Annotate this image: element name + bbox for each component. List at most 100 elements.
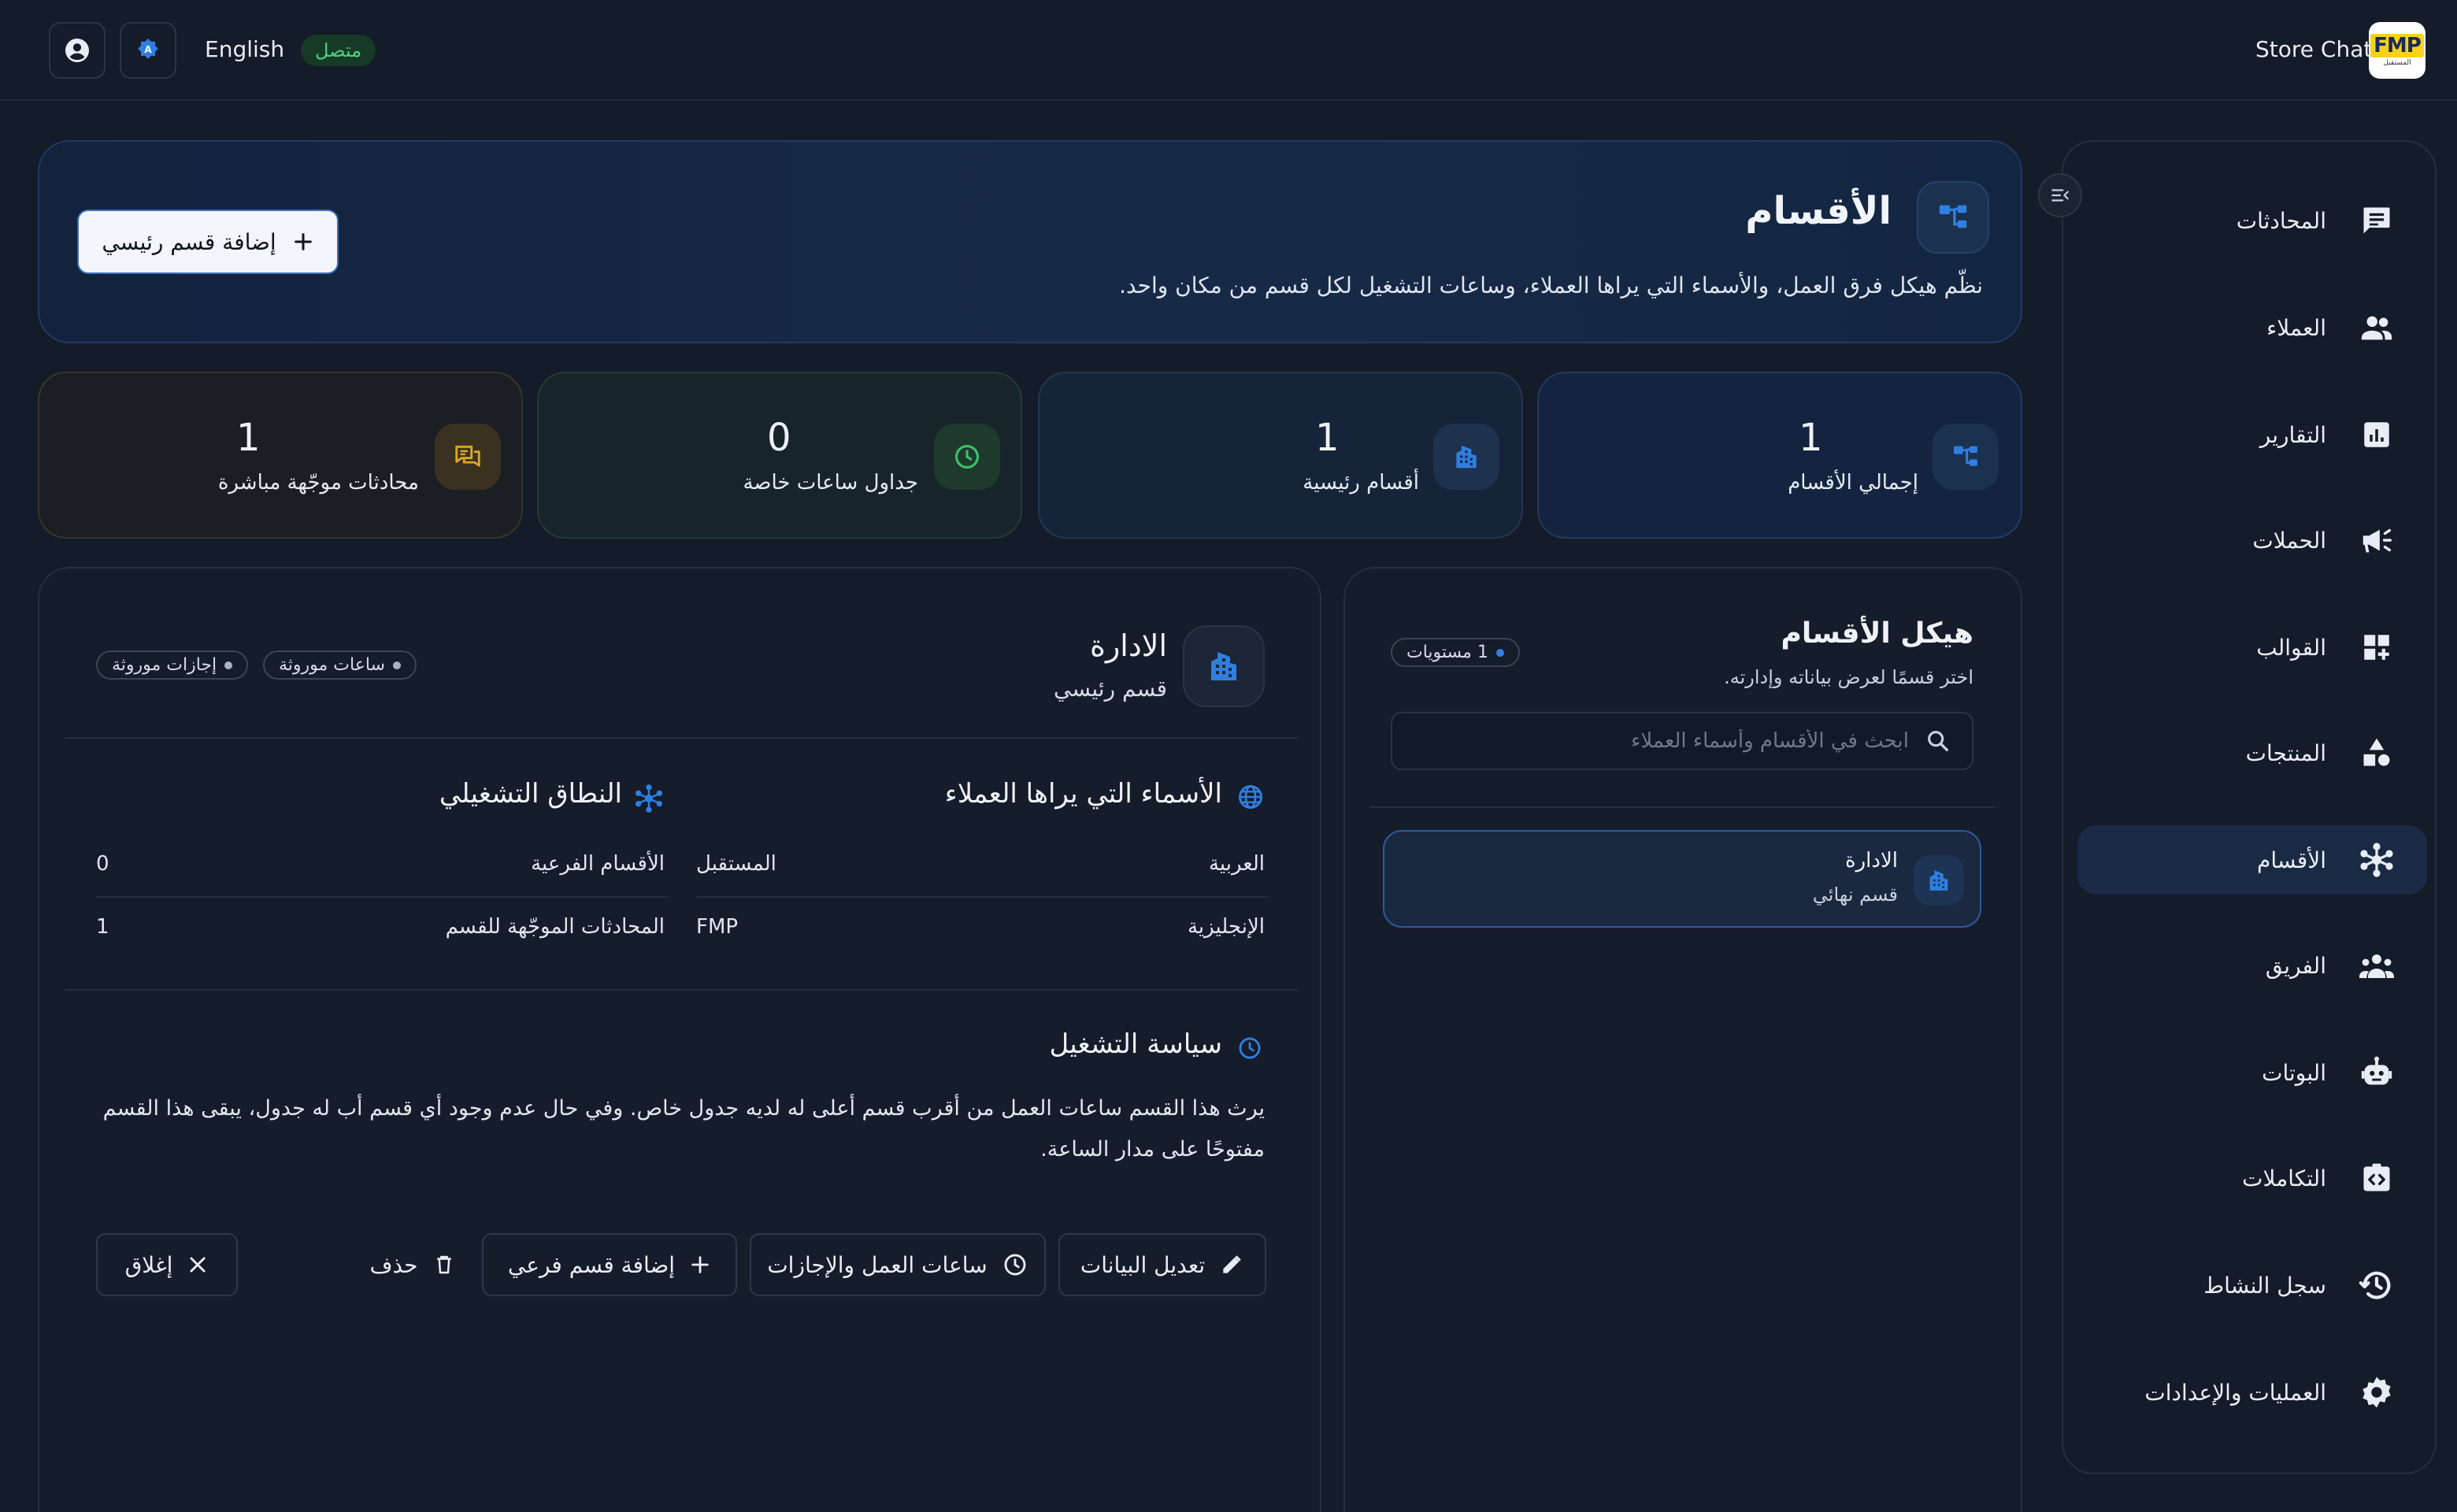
levels-badge: 1 مستويات — [1391, 638, 1520, 667]
sub-departments-value: 0 — [96, 852, 109, 876]
forum-icon — [435, 424, 501, 490]
search-icon — [1925, 728, 1951, 754]
sidebar-item-activity-log[interactable]: سجل النشاط — [2077, 1251, 2427, 1320]
name-english-value: FMP — [696, 915, 739, 939]
trash-icon — [432, 1253, 456, 1277]
tree-node-name: الادارة — [1844, 849, 1898, 873]
divider — [1370, 806, 1996, 808]
products-icon — [2358, 734, 2396, 772]
name-arabic-value: المستقبل — [696, 852, 776, 876]
add-main-department-button[interactable]: إضافة قسم رئيسي — [79, 211, 337, 272]
language-toggle[interactable]: English — [205, 36, 284, 62]
add-sub-department-button[interactable]: إضافة قسم فرعي — [482, 1233, 737, 1296]
stat-card-special-schedules: 0 جداول ساعات خاصة — [537, 372, 1022, 539]
sidebar-item-reports[interactable]: التقارير — [2077, 400, 2427, 469]
tree-node-department[interactable]: الادارة قسم نهائي — [1383, 830, 1981, 928]
tree-panel-subtitle: اختر قسمًا لعرض بياناته وإدارته. — [1724, 666, 1973, 688]
pencil-icon — [1219, 1252, 1244, 1277]
departments-icon — [2358, 841, 2396, 879]
policy-text: يرث هذا القسم ساعات العمل من أقرب قسم أع… — [102, 1096, 1265, 1162]
tree-icon — [1933, 424, 1999, 490]
sidebar-item-team[interactable]: الفريق — [2077, 931, 2427, 1000]
chat-icon — [2358, 202, 2396, 239]
translate-button[interactable]: A — [120, 22, 176, 79]
divider — [65, 989, 1298, 991]
sidebar-item-customers[interactable]: العملاء — [2077, 293, 2427, 362]
department-icon — [1183, 625, 1265, 707]
plus-icon — [292, 231, 314, 253]
stat-value: 1 — [236, 416, 261, 460]
stat-card-main-departments: 1 أقسام رئيسية — [1038, 372, 1523, 539]
sidebar-item-products[interactable]: المنتجات — [2077, 718, 2427, 788]
brand-name: Store Chat — [2255, 36, 2373, 62]
routed-conversations-label: المحادثات الموجّهة للقسم — [445, 915, 665, 939]
customer-names-title: الأسماء التي يراها العملاء — [944, 778, 1222, 810]
clock-icon — [1236, 1035, 1263, 1062]
name-arabic-label: العربية — [1208, 852, 1265, 876]
page-subtitle: نظّم هيكل فرق العمل، والأسماء التي يراها… — [1119, 272, 1983, 298]
department-search[interactable] — [1391, 712, 1973, 770]
sidebar-nav: المحادثات العملاء التقارير الحملات القوا… — [2062, 140, 2437, 1474]
divider — [96, 896, 668, 898]
clock-icon — [1002, 1251, 1028, 1278]
sidebar-item-departments[interactable]: الأقسام — [2077, 825, 2427, 895]
tree-node-type: قسم نهائي — [1812, 884, 1898, 906]
stat-value: 0 — [767, 416, 791, 460]
building-icon — [1211, 652, 1236, 680]
inherited-hours-chip: ساعات موروثة — [263, 650, 417, 680]
sidebar-item-campaigns[interactable]: الحملات — [2077, 506, 2427, 575]
status-badge: متصل — [301, 35, 376, 66]
building-icon — [1914, 855, 1964, 906]
stat-label: أقسام رئيسية — [1303, 471, 1419, 495]
account-icon — [65, 39, 89, 62]
name-english-label: الإنجليزية — [1187, 915, 1265, 939]
policy-title: سياسة التشغيل — [1049, 1028, 1222, 1060]
globe-icon — [1236, 783, 1265, 811]
routed-conversations-value: 1 — [96, 915, 109, 939]
sidebar-item-templates[interactable]: القوالب — [2077, 613, 2427, 682]
hub-icon — [633, 783, 665, 814]
department-tree-panel — [1343, 567, 2022, 1512]
page-header-card: الأقسام نظّم هيكل فرق العمل، والأسماء ال… — [38, 140, 2022, 343]
page-header-icon — [1917, 181, 1989, 254]
megaphone-icon — [2358, 521, 2396, 559]
stat-label: إجمالي الأقسام — [1788, 471, 1918, 495]
svg-text:A: A — [144, 44, 152, 55]
divider — [696, 896, 1268, 898]
stat-card-total-departments: 1 إجمالي الأقسام — [1537, 372, 2022, 539]
sidebar-item-conversations[interactable]: المحادثات — [2077, 186, 2427, 255]
sidebar-item-operations-settings[interactable]: العمليات والإعدادات — [2077, 1358, 2427, 1427]
plus-icon — [689, 1254, 711, 1276]
translate-icon: A — [138, 39, 158, 59]
badge-dot — [1495, 648, 1504, 657]
people-icon — [2358, 309, 2396, 346]
sidebar-item-integrations[interactable]: التكاملات — [2077, 1143, 2427, 1213]
working-hours-button[interactable]: ساعات العمل والإجازات — [750, 1233, 1046, 1296]
stat-label: جداول ساعات خاصة — [743, 471, 918, 495]
sidebar-item-bots[interactable]: البوتات — [2077, 1038, 2427, 1107]
report-icon — [2358, 416, 2396, 454]
account-button[interactable] — [49, 22, 106, 79]
clock-icon — [934, 424, 1000, 490]
operational-scope-title: النطاق التشغيلي — [439, 778, 622, 810]
close-button[interactable]: إغلاق — [96, 1233, 238, 1296]
stat-card-direct-conversations: 1 محادثات موجّهة مباشرة — [38, 372, 523, 539]
page-title: الأقسام — [1745, 189, 1892, 233]
history-icon — [2358, 1266, 2396, 1304]
department-type: قسم رئيسي — [1054, 676, 1167, 702]
stat-value: 1 — [1799, 416, 1823, 460]
top-bar: A English متصل Store Chat FMP المستقبل — [0, 0, 2457, 101]
templates-icon — [2358, 628, 2396, 666]
department-name: الادارة — [1090, 628, 1167, 663]
building-icon — [1433, 424, 1499, 490]
delete-button[interactable]: حذف — [356, 1233, 469, 1296]
tree-icon — [1939, 205, 1967, 228]
bot-icon — [2358, 1054, 2396, 1091]
search-input[interactable] — [1421, 729, 1909, 753]
tree-panel-title: هيكل الأقسام — [1781, 617, 1973, 650]
stat-label: محادثات موجّهة مباشرة — [217, 471, 419, 495]
edit-data-button[interactable]: تعديل البيانات — [1058, 1233, 1266, 1296]
stat-value: 1 — [1315, 416, 1340, 460]
sub-departments-label: الأقسام الفرعية — [531, 852, 665, 876]
close-icon — [187, 1254, 209, 1276]
